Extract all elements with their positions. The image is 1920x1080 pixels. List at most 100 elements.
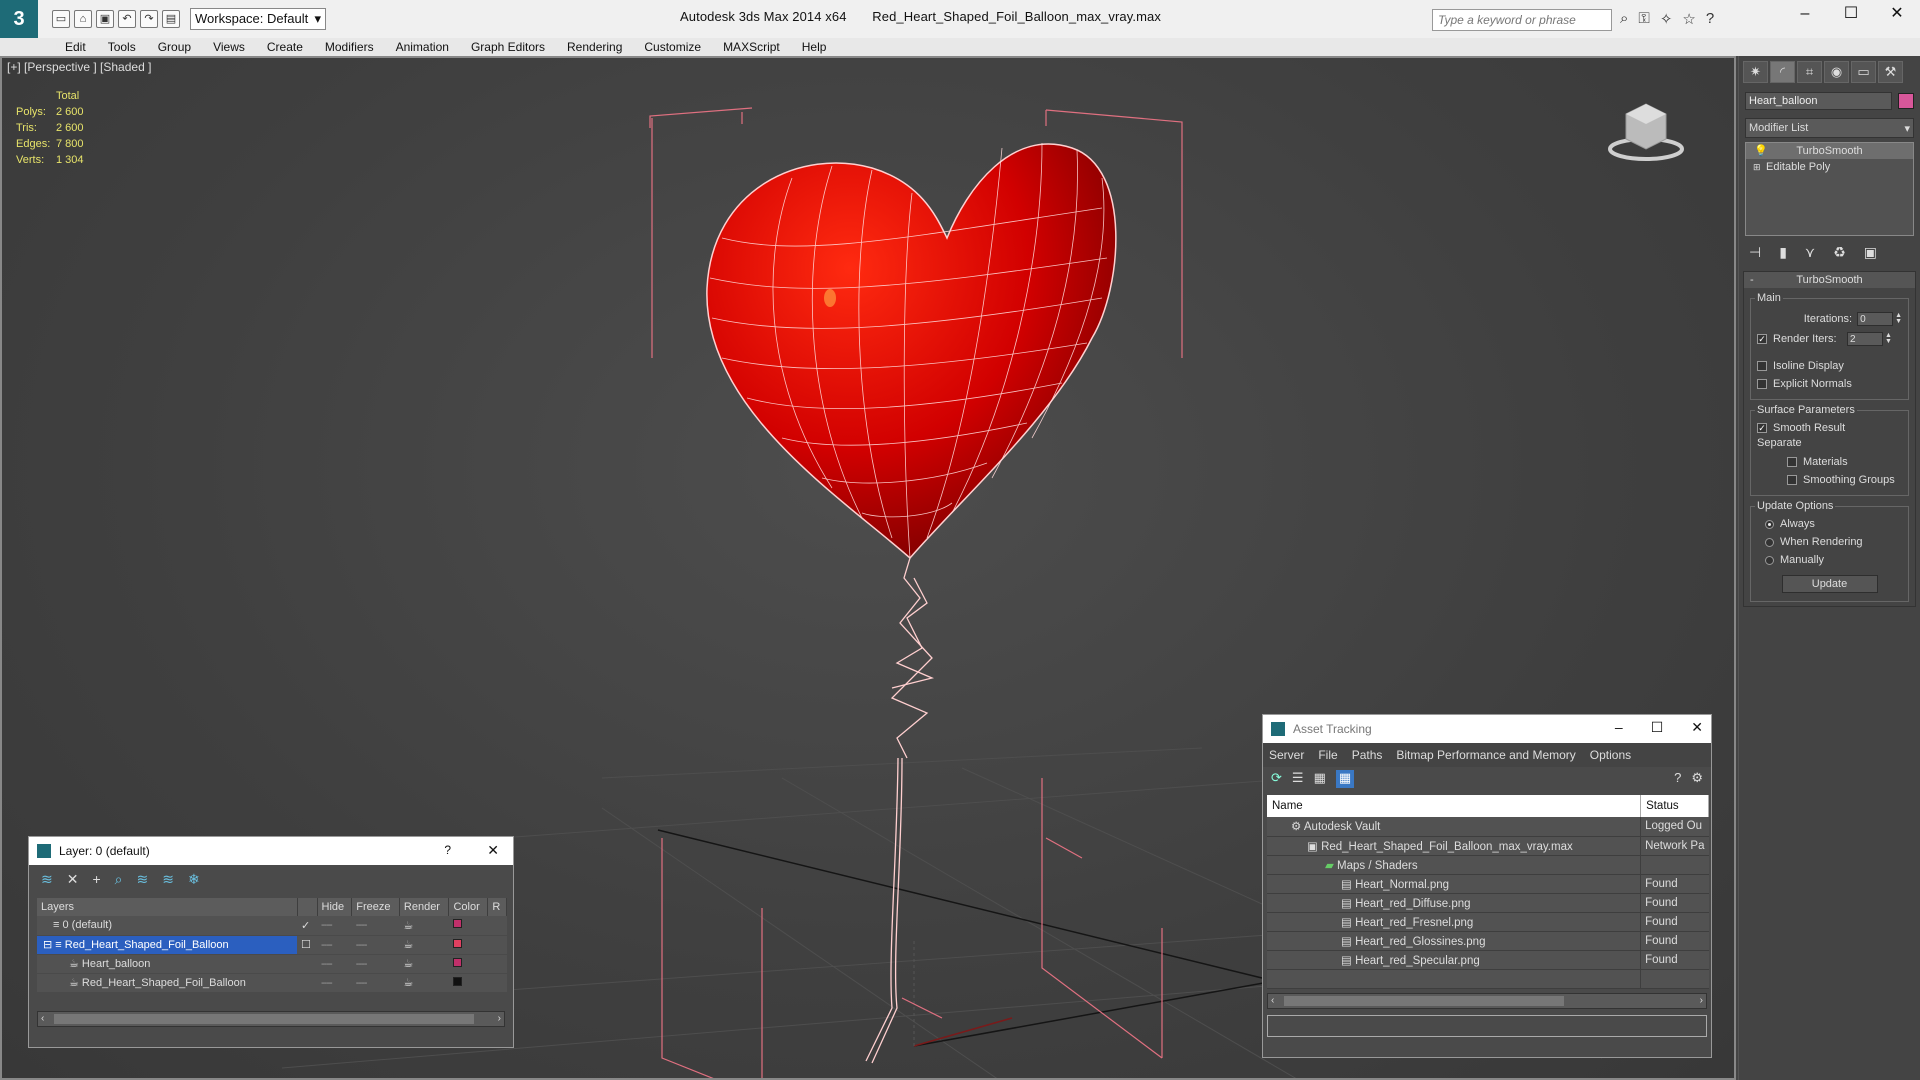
object-name[interactable]: Heart_balloon [82,958,151,970]
project-folder-icon[interactable]: ▤ [162,10,180,28]
modifier-list-dropdown[interactable]: Modifier List ▾ [1745,118,1914,138]
close-icon[interactable]: ✕ [487,842,499,859]
hide-all-layers-icon[interactable]: ≋ [162,871,174,888]
table-row[interactable]: ▤ Heart_red_Glossines.png Found [1267,931,1709,951]
list-view-icon[interactable]: ☰ [1292,770,1304,788]
communication-icon[interactable]: ✧ [1660,10,1673,28]
render-iters-checkbox[interactable]: ✓ [1757,334,1767,344]
scrollbar-thumb[interactable] [54,1013,474,1024]
asset-menu-paths[interactable]: Paths [1352,748,1383,762]
render-teapot-icon[interactable]: ☕ [399,973,449,993]
render-teapot-icon[interactable]: ☕ [399,954,449,974]
table-row[interactable]: ▤ Heart_Normal.png Found [1267,874,1709,894]
minimize-icon[interactable]: – [1615,719,1623,736]
asset-menu-file[interactable]: File [1318,748,1337,762]
object-name[interactable]: Red_Heart_Shaped_Foil_Balloon [82,977,246,989]
table-row[interactable]: ▤ Heart_red_Diffuse.png Found [1267,893,1709,913]
asset-menu-bitmap-performance[interactable]: Bitmap Performance and Memory [1396,748,1575,762]
col-status[interactable]: Status [1640,795,1709,817]
table-row[interactable]: ⚙ Autodesk Vault Logged Ou [1267,817,1709,837]
asset-path-field[interactable] [1267,1014,1707,1037]
open-file-icon[interactable]: ⌂ [74,10,92,28]
scroll-right-icon[interactable]: › [1700,995,1703,1006]
add-to-layer-icon[interactable]: + [92,871,100,888]
table-row[interactable]: ▤ Heart_red_Fresnel.png Found [1267,912,1709,932]
asset-menu-options[interactable]: Options [1590,748,1631,762]
maximize-icon[interactable]: ☐ [1651,719,1664,736]
settings-icon[interactable]: ⚙ [1691,770,1703,788]
menu-views[interactable]: Views [203,38,257,56]
table-row[interactable]: ⊟ ≡ Red_Heart_Shaped_Foil_Balloon ☐ ----… [37,935,507,955]
layer-color-swatch[interactable] [452,919,462,929]
close-icon[interactable]: ✕ [1874,0,1920,30]
key-icon[interactable]: ⚿ [1638,10,1649,28]
col-layers[interactable]: Layers [37,898,298,916]
col-hide[interactable]: Hide [317,898,353,916]
menu-rendering[interactable]: Rendering [557,38,634,56]
minimize-icon[interactable]: – [1782,0,1828,30]
menu-group[interactable]: Group [148,38,203,56]
menu-edit[interactable]: Edit [55,38,98,56]
render-teapot-icon[interactable]: ☕ [399,916,449,936]
update-button[interactable]: Update [1781,575,1878,593]
configure-modifier-sets-icon[interactable]: ▣ [1864,244,1877,261]
utilities-tab-icon[interactable]: ⚒ [1878,61,1903,83]
isoline-checkbox[interactable] [1757,361,1767,371]
scroll-left-icon[interactable]: ‹ [1271,995,1274,1006]
freeze-all-layers-icon[interactable]: ❄ [188,871,200,888]
menu-modifiers[interactable]: Modifiers [315,38,386,56]
refresh-icon[interactable]: ⟳ [1271,770,1282,788]
save-file-icon[interactable]: ▣ [96,10,114,28]
dialog-title-bar[interactable]: Asset Tracking – ☐ ✕ [1263,715,1711,743]
menu-graph-editors[interactable]: Graph Editors [461,38,557,56]
star-icon[interactable]: ☆ [1682,10,1695,28]
spinner-arrows-icon[interactable]: ▲ ▼ [1885,332,1892,345]
smoothing-groups-checkbox[interactable] [1787,475,1797,485]
scroll-right-icon[interactable]: › [498,1013,501,1024]
object-color-swatch[interactable] [452,957,462,967]
stack-item-turbosmooth[interactable]: 💡 TurboSmooth [1746,143,1913,159]
current-layer-check-icon[interactable]: ✓ [297,916,317,936]
asset-horizontal-scrollbar[interactable]: ‹ › [1267,992,1707,1009]
hide-toggle[interactable]: ---- [317,935,352,955]
always-radio[interactable] [1765,519,1774,529]
asset-menu-server[interactable]: Server [1269,748,1304,762]
hide-toggle[interactable]: ---- [317,973,352,993]
dialog-title-bar[interactable]: Layer: 0 (default) ? ✕ [29,837,513,865]
col-name[interactable]: Name [1267,795,1642,817]
collapse-minus-icon[interactable]: ⊟ [43,939,55,951]
app-logo-icon[interactable]: 3 [0,0,38,38]
table-row[interactable]: ☕ Heart_balloon ---- ---- ☕ [37,954,507,974]
col-render[interactable]: Render [399,898,450,916]
menu-animation[interactable]: Animation [386,38,461,56]
table-row[interactable]: ▤ Heart_red_Specular.png Found [1267,950,1709,970]
undo-icon[interactable]: ↶ [118,10,136,28]
show-end-result-icon[interactable]: ▮ [1779,244,1787,261]
create-layer-icon[interactable]: ≋ [41,871,53,888]
expand-plus-icon[interactable]: ⊞ [1753,159,1761,175]
render-iters-spinner[interactable]: 2 [1847,332,1883,346]
redo-icon[interactable]: ↷ [140,10,158,28]
help-icon[interactable]: ? [444,843,451,857]
layer-name[interactable]: 0 (default) [62,919,112,931]
table-row[interactable]: ≡ 0 (default) ✓ ---- ---- ☕ [37,916,507,936]
current-layer-box-icon[interactable]: ☐ [297,935,317,955]
viewport-label[interactable]: [+] [Perspective ] [Shaded ] [7,60,151,74]
freeze-toggle[interactable]: ---- [351,973,400,993]
freeze-toggle[interactable]: ---- [351,935,400,955]
col-radiosity[interactable]: R [487,898,507,916]
workspace-dropdown[interactable]: Workspace: Default ▾ [190,8,326,30]
freeze-toggle[interactable]: ---- [351,954,400,974]
table-row[interactable]: ☕ Red_Heart_Shaped_Foil_Balloon ---- ---… [37,973,507,993]
motion-tab-icon[interactable]: ◉ [1824,61,1849,83]
menu-create[interactable]: Create [257,38,315,56]
object-name-field[interactable]: Heart_balloon [1745,92,1893,110]
new-file-icon[interactable]: ▭ [52,10,70,28]
remove-modifier-icon[interactable]: ♻ [1833,244,1846,261]
stack-item-editable-poly[interactable]: ⊞ Editable Poly [1746,159,1913,175]
thumbnail-view-icon[interactable]: ▦ [1314,770,1326,788]
smooth-result-checkbox[interactable]: ✓ [1757,423,1767,433]
layer-color-swatch[interactable] [452,938,462,948]
iterations-spinner[interactable]: 0 [1857,312,1894,326]
col-freeze[interactable]: Freeze [351,898,400,916]
